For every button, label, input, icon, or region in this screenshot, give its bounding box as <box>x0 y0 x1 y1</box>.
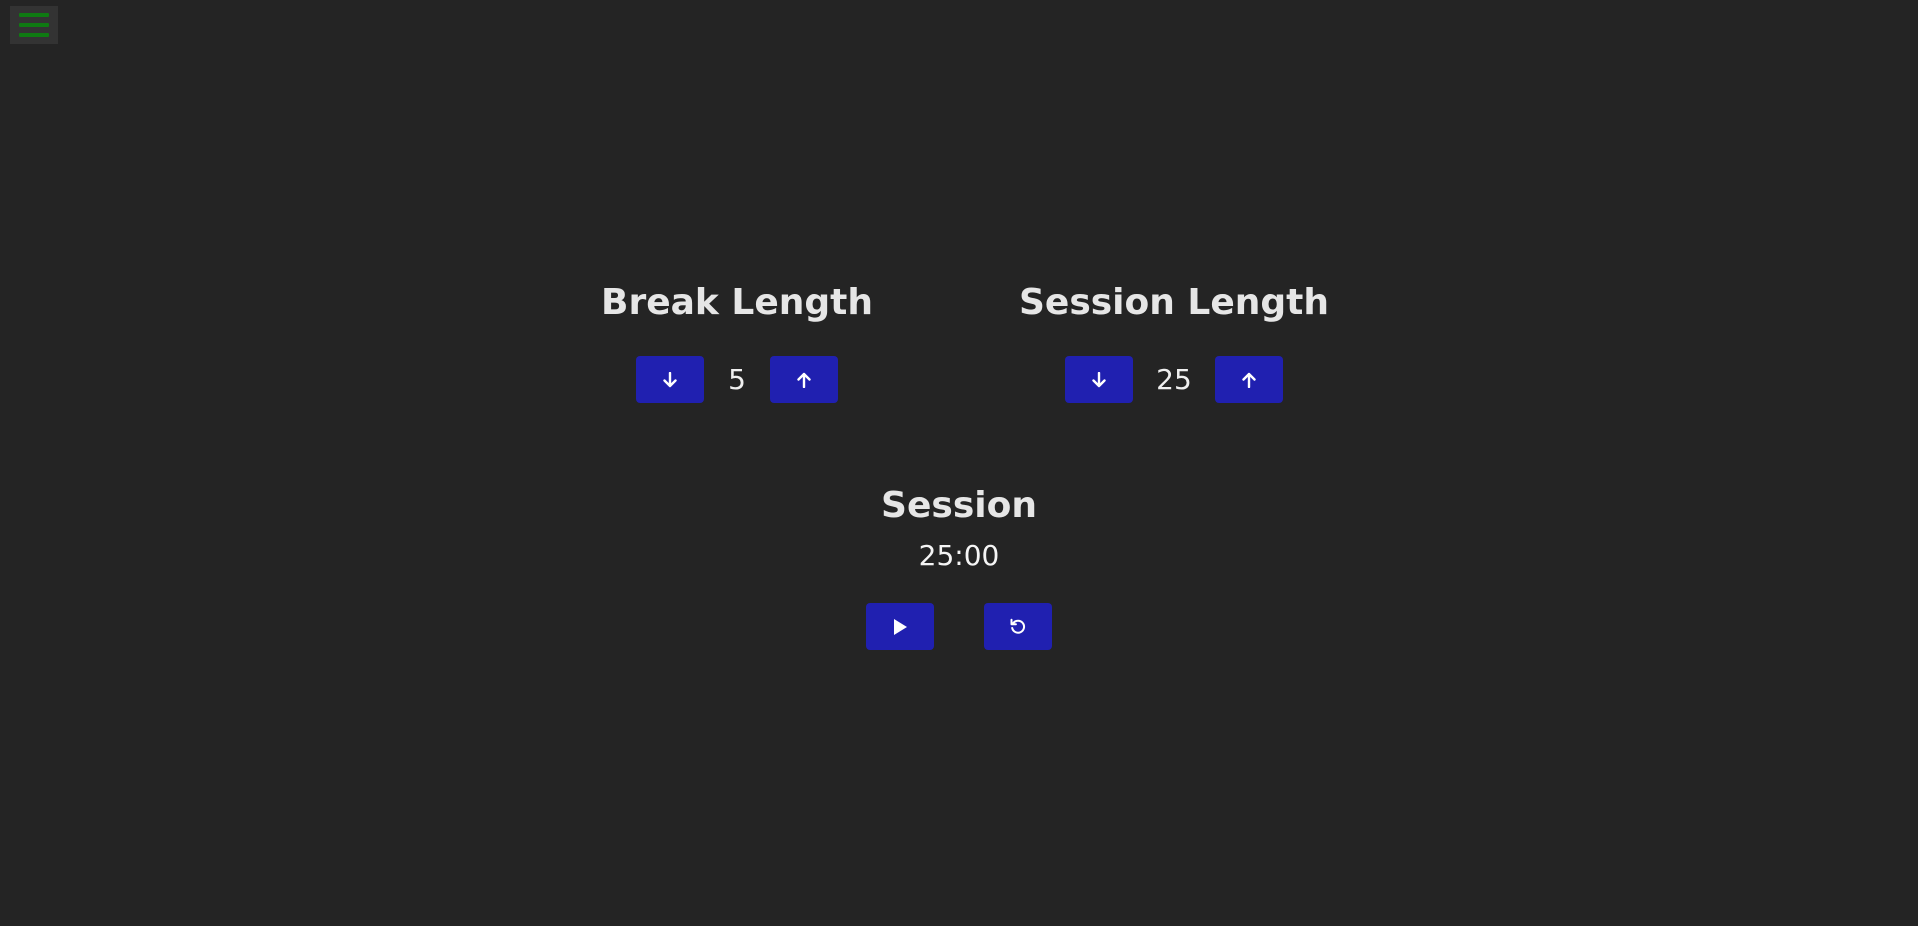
arrow-up-icon <box>1242 372 1256 388</box>
session-length-title: Session Length <box>1018 282 1330 323</box>
break-length-control: Break Length 5 <box>577 270 897 403</box>
break-increment-button[interactable] <box>770 356 838 403</box>
session-length-control: Session Length 25 <box>1014 270 1334 403</box>
arrow-up-icon <box>797 372 811 388</box>
timer-display: Session 25:00 <box>0 478 1918 578</box>
timer-time: 25:00 <box>918 539 1000 572</box>
start-stop-button[interactable] <box>866 603 934 650</box>
break-decrement-button[interactable] <box>636 356 704 403</box>
arrow-down-icon <box>1092 371 1106 387</box>
session-length-row: 25 <box>1014 356 1334 403</box>
timer-buttons <box>0 603 1918 650</box>
length-controls: Break Length 5 Session Length 25 <box>0 270 1918 410</box>
hamburger-bar <box>19 23 49 27</box>
play-icon <box>894 618 907 635</box>
session-decrement-button[interactable] <box>1065 356 1133 403</box>
session-increment-button[interactable] <box>1215 356 1283 403</box>
break-length-value: 5 <box>728 363 746 396</box>
menu-button[interactable] <box>10 6 58 44</box>
break-length-row: 5 <box>577 356 897 403</box>
break-length-title: Break Length <box>601 282 873 323</box>
reset-button[interactable] <box>984 603 1052 650</box>
hamburger-bar <box>19 33 49 37</box>
reset-icon <box>1010 618 1026 634</box>
pomodoro-page: Break Length 5 Session Length 25 Session… <box>0 0 1918 926</box>
hamburger-menu-icon <box>19 13 49 17</box>
arrow-down-icon <box>663 371 677 387</box>
timer-label: Session <box>881 485 1037 526</box>
session-length-value: 25 <box>1156 363 1192 396</box>
